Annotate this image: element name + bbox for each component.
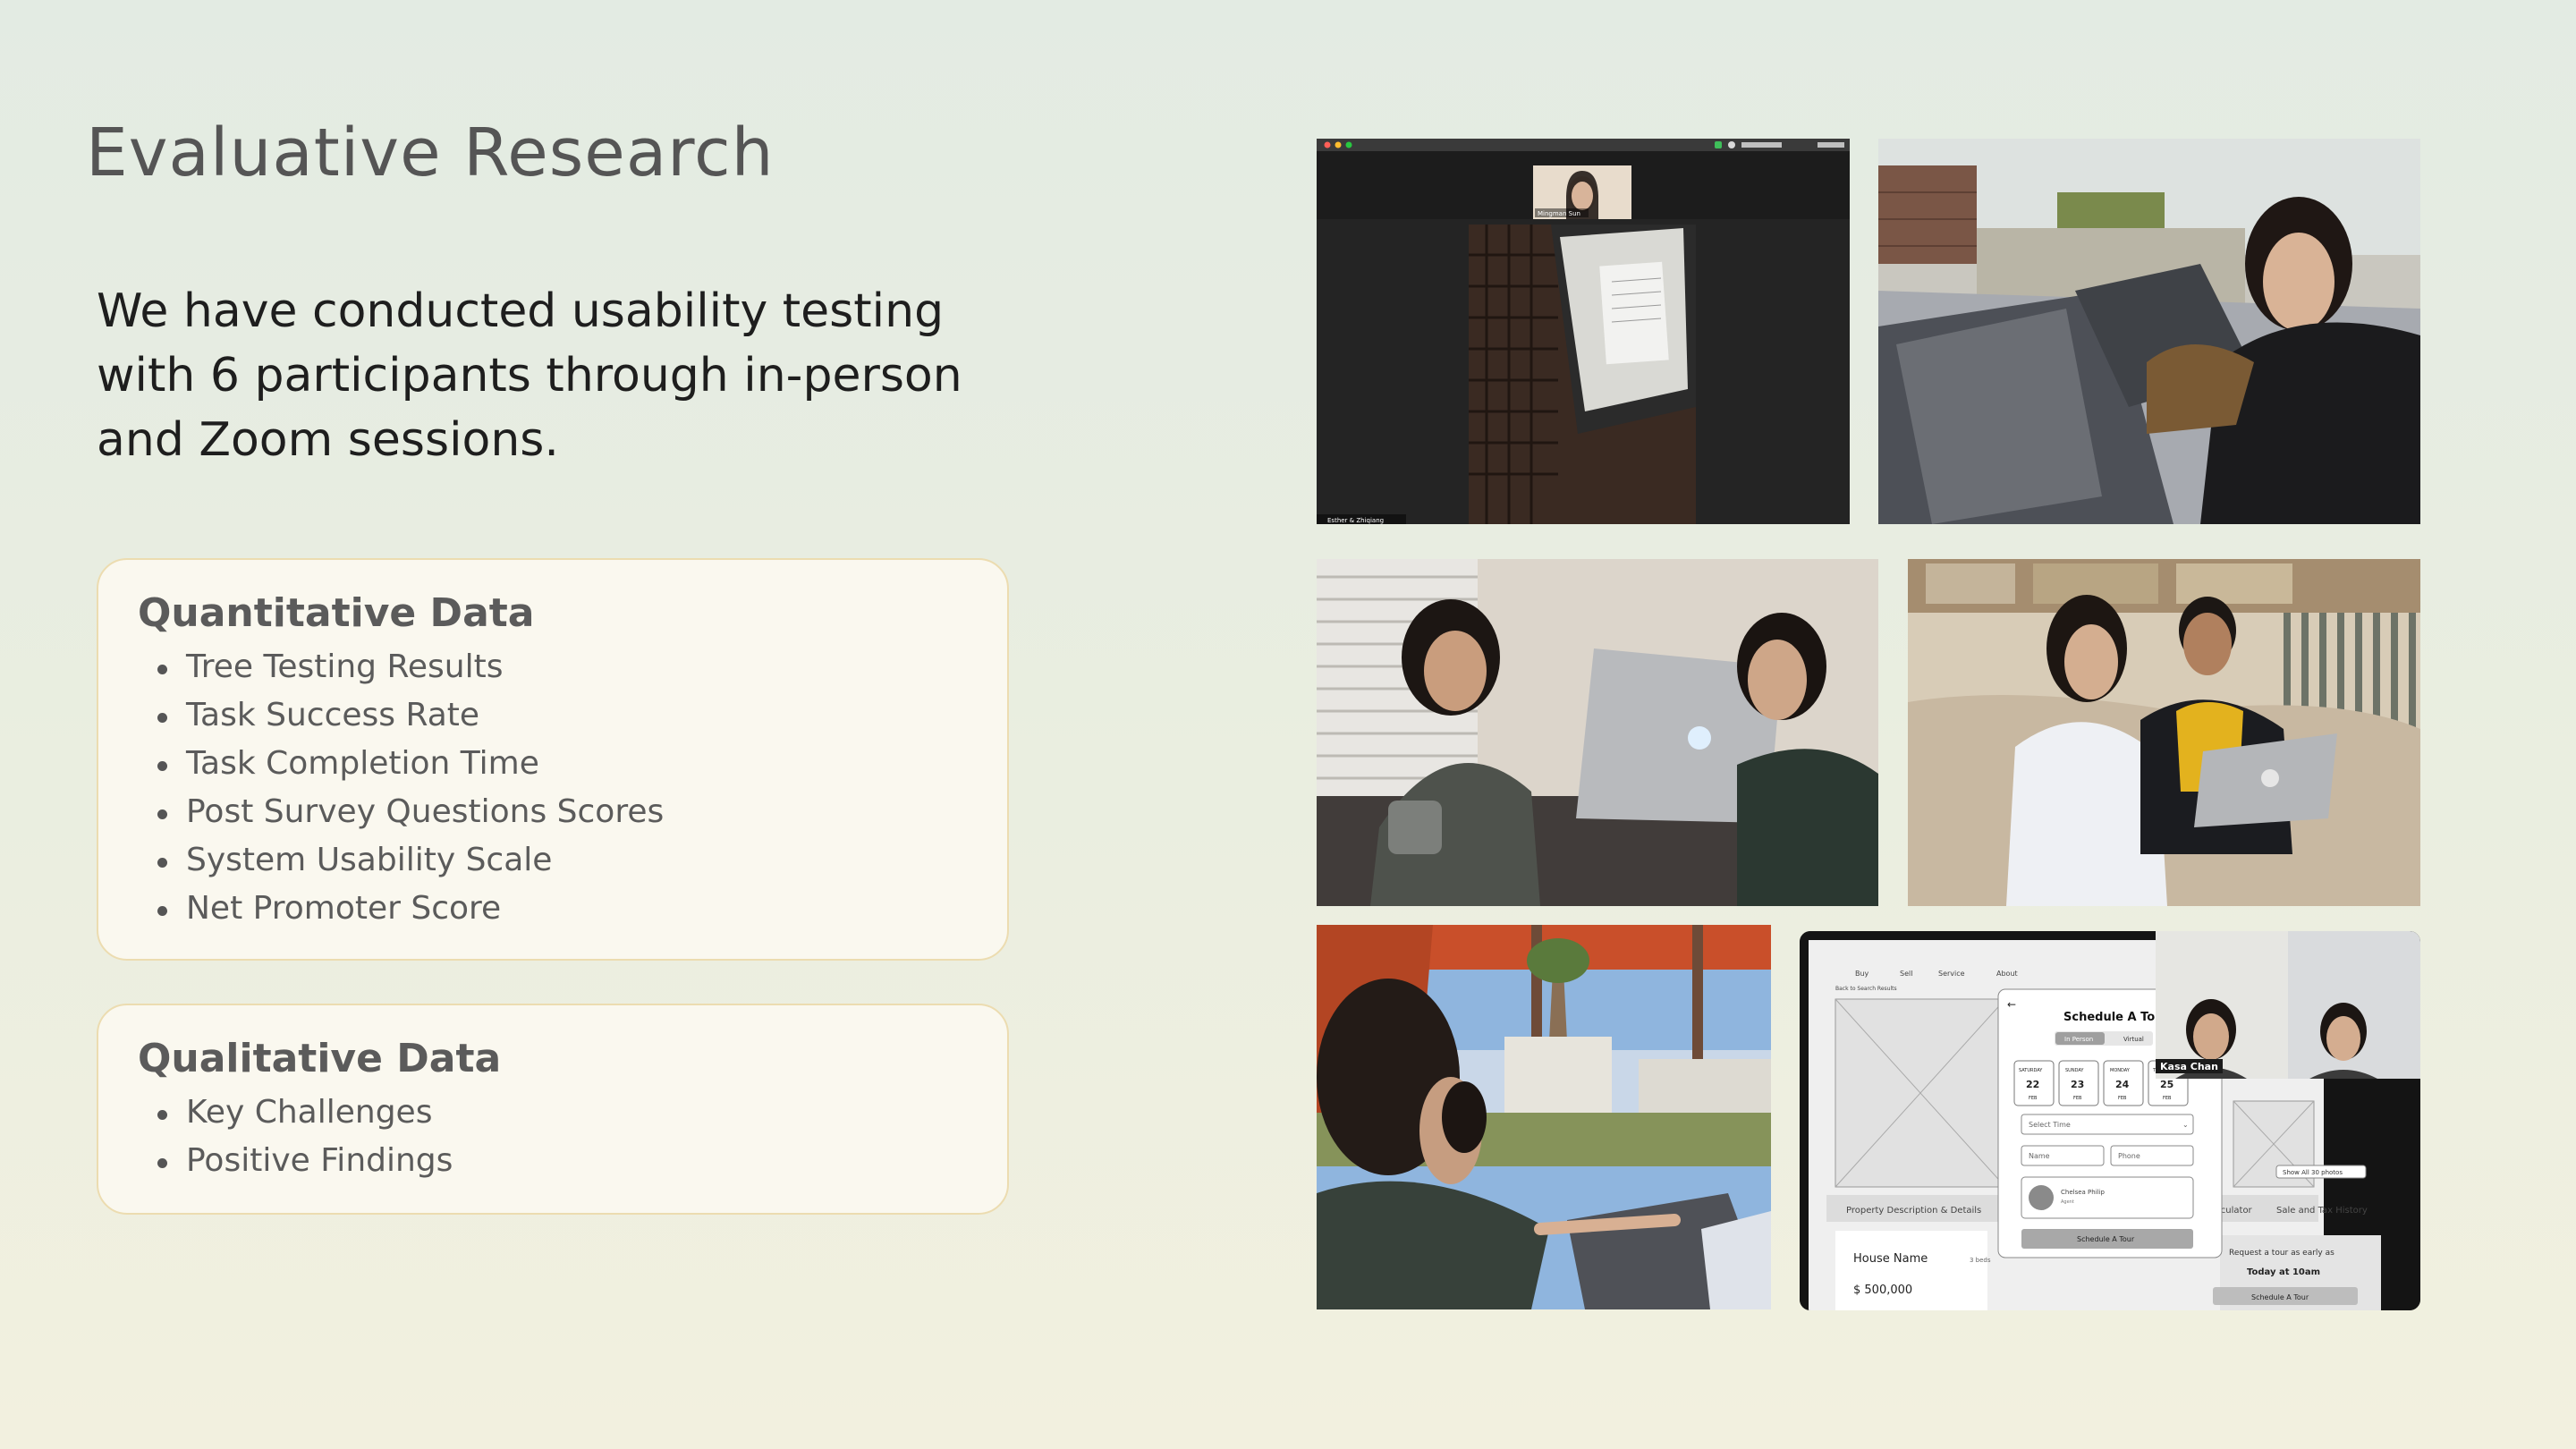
slide-title: Evaluative Research	[86, 114, 775, 191]
outdoor-testing-photo	[1878, 139, 2420, 524]
date-day: SUNDAY	[2065, 1068, 2084, 1073]
nav-buy: Buy	[1855, 970, 1869, 978]
name-field-placeholder: Name	[2029, 1152, 2050, 1160]
date-month: FEB	[2029, 1096, 2038, 1101]
house-name: House Name	[1853, 1252, 1928, 1266]
date-day: SATURDAY	[2019, 1068, 2043, 1073]
tab-in-person: In Person	[2064, 1036, 2093, 1043]
quantitative-list: Tree Testing Results Task Success Rate T…	[138, 643, 968, 933]
list-item: Net Promoter Score	[150, 885, 968, 933]
date-month: FEB	[2118, 1096, 2127, 1101]
zoom-self-caption: Mingman Sun	[1538, 210, 1580, 217]
date-num: 25	[2160, 1079, 2174, 1090]
speaker-name: Kasa Chan	[2160, 1061, 2218, 1072]
side-schedule-label: Schedule A Tour	[2251, 1293, 2309, 1301]
intro-text: We have conducted usability testing with…	[97, 284, 962, 467]
show-photos-link: Show All 30 photos	[2283, 1169, 2343, 1176]
list-item: Positive Findings	[150, 1137, 968, 1185]
qualitative-data-card: Qualitative Data Key Challenges Positive…	[97, 1004, 1009, 1215]
date-num: 23	[2071, 1079, 2084, 1090]
qualitative-list: Key Challenges Positive Findings	[138, 1089, 968, 1185]
nav-sell: Sell	[1900, 970, 1912, 978]
agent-role: Agent	[2061, 1199, 2074, 1205]
date-day: MONDAY	[2110, 1068, 2131, 1073]
agent-name: Chelsea Philip	[2061, 1189, 2106, 1196]
request-time: Today at 10am	[2247, 1267, 2320, 1277]
tab-property-details: Property Description & Details	[1846, 1206, 1981, 1216]
tab-virtual: Virtual	[2123, 1036, 2144, 1043]
back-link: Back to Search Results	[1835, 986, 1897, 992]
quantitative-data-card: Quantitative Data Tree Testing Results T…	[97, 558, 1009, 961]
nav-about: About	[1996, 970, 2018, 978]
zoom-share-caption: Esther & Zhiqiang	[1327, 517, 1384, 524]
avatar	[2029, 1185, 2054, 1210]
qualitative-heading: Qualitative Data	[138, 1036, 502, 1081]
list-item: Task Success Rate	[150, 691, 968, 740]
outdoor-testing-photo-2	[1317, 925, 1771, 1309]
back-arrow-icon[interactable]: ←	[2007, 998, 2016, 1011]
beds-count: 3 beds	[1970, 1257, 1991, 1264]
date-num: 24	[2115, 1079, 2130, 1090]
list-item: Task Completion Time	[150, 740, 968, 788]
list-item: Key Challenges	[150, 1089, 968, 1137]
tab-sale-history: Sale and Tax History	[2276, 1206, 2368, 1216]
schedule-tour-label: Schedule A Tour	[2077, 1235, 2135, 1243]
date-month: FEB	[2163, 1096, 2172, 1101]
list-item: Tree Testing Results	[150, 643, 968, 691]
modal-title: Schedule A Tour	[2063, 1011, 2169, 1024]
chevron-down-icon: ⌄	[2182, 1121, 2189, 1129]
zoom-prototype-photo: Buy Sell Service About Back to Search Re…	[1800, 931, 2420, 1310]
date-month: FEB	[2073, 1096, 2082, 1101]
request-text: Request a tour as early as	[2229, 1249, 2334, 1258]
quantitative-heading: Quantitative Data	[138, 590, 535, 636]
list-item: System Usability Scale	[150, 836, 968, 885]
list-item: Post Survey Questions Scores	[150, 788, 968, 836]
zoom-session-photo: Mingman Sun Esther & Zhiqiang	[1317, 139, 1850, 524]
date-num: 22	[2026, 1079, 2039, 1090]
indoor-testing-photo-1	[1317, 559, 1878, 906]
tab-calculator: lculator	[2218, 1206, 2253, 1216]
phone-field-placeholder: Phone	[2118, 1152, 2140, 1160]
house-price: $ 500,000	[1853, 1284, 1912, 1297]
nav-service: Service	[1938, 970, 1965, 978]
indoor-testing-photo-2	[1908, 559, 2420, 906]
select-time-label: Select Time	[2029, 1121, 2071, 1129]
